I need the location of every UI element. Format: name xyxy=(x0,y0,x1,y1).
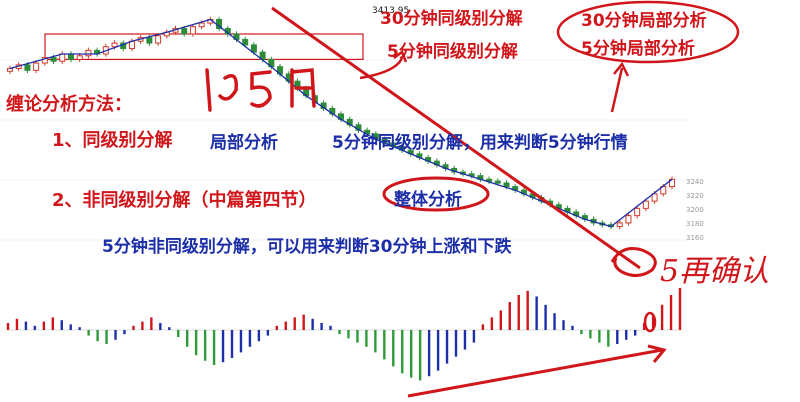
right-price-axis: 3240 3220 3200 3180 3160 xyxy=(686,178,704,242)
candle-body xyxy=(155,35,162,44)
macd-histogram xyxy=(6,288,682,381)
candle-body xyxy=(50,57,57,62)
axis-tick-label: 3200 xyxy=(686,206,704,214)
candle-body xyxy=(33,62,40,71)
method1-description: 5分钟同级别分解，用来判断5分钟行情 xyxy=(332,133,628,153)
candle-body xyxy=(67,53,74,60)
up-arrow-stroke xyxy=(610,67,624,113)
axis-tick-label: 3160 xyxy=(686,234,704,242)
annotation-30min-same-level: 30分钟同级别分解 xyxy=(380,9,523,29)
handwritten-note: 5再确认 xyxy=(660,254,770,289)
annotation-30min-local: 30分钟局部分析 xyxy=(581,11,707,31)
axis-tick-label: 3180 xyxy=(686,220,704,228)
candle-body xyxy=(85,49,92,57)
candle-body xyxy=(634,207,641,217)
handwritten-scribble xyxy=(205,68,316,112)
candle-body xyxy=(494,180,501,184)
candle-body xyxy=(181,28,188,35)
candle-body xyxy=(7,68,13,72)
candle-body xyxy=(616,222,623,228)
method1-label: 1、同级别分解 xyxy=(52,130,173,151)
candle-body xyxy=(111,42,118,48)
method2-description: 5分钟非同级别分解，可以用来判断30分钟上涨和下跌 xyxy=(102,237,512,257)
candle-body xyxy=(146,37,153,44)
candle-body xyxy=(625,215,632,224)
candle-body xyxy=(503,182,510,188)
axis-tick-label: 3220 xyxy=(686,192,704,200)
annotation-5min-local: 5分钟局部分析 xyxy=(581,39,695,59)
candle-body xyxy=(198,22,205,28)
method2-whole: 整体分析 xyxy=(394,190,462,210)
candle-body xyxy=(24,64,31,71)
candle-body xyxy=(242,38,249,46)
candle-body xyxy=(76,55,83,60)
divergence-arrow-head xyxy=(647,344,667,363)
method2-label: 2、非同级别分解（中篇第四节） xyxy=(52,190,317,211)
annotation-5min-same-level: 5分钟同级别分解 xyxy=(387,42,518,62)
candle-body xyxy=(642,200,649,209)
method1-local: 局部分析 xyxy=(210,133,278,153)
method-title: 缠论分析方法： xyxy=(6,94,132,115)
axis-tick-label: 3240 xyxy=(686,178,704,186)
candle-body xyxy=(189,26,196,35)
